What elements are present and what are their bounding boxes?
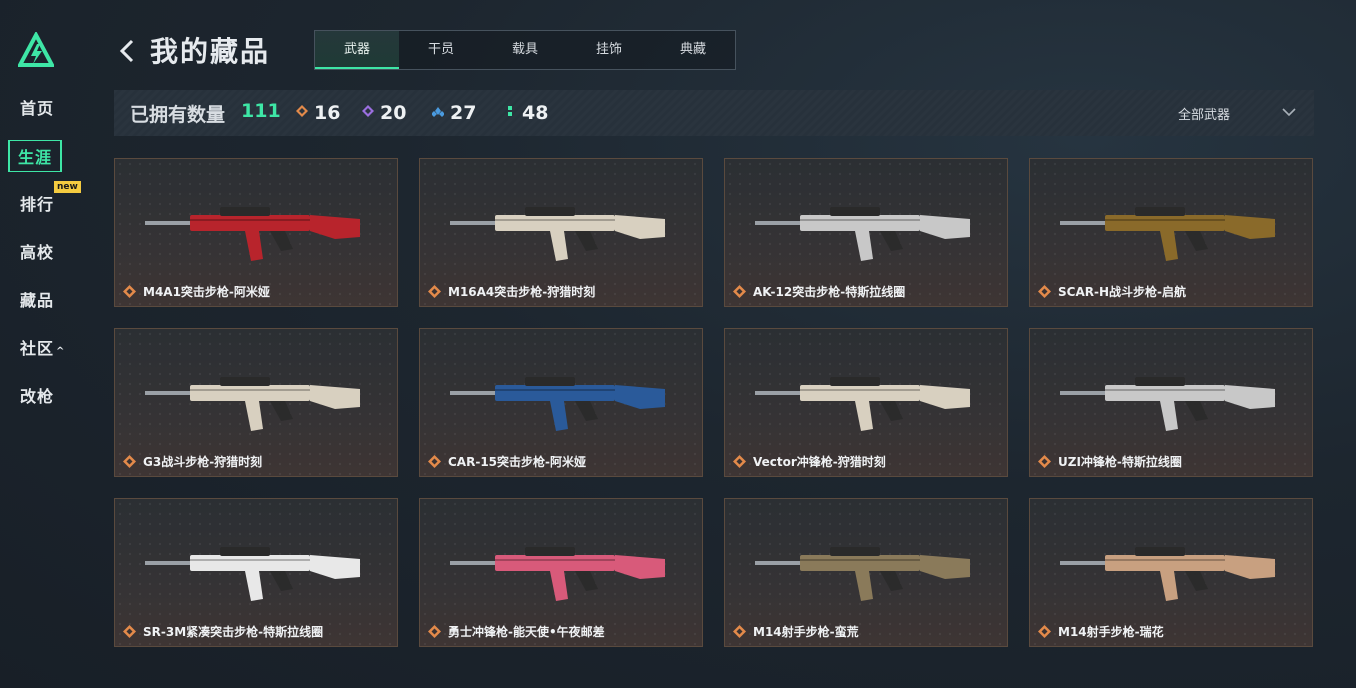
weapon-card[interactable]: CAR-15突击步枪-阿米娅 (419, 328, 703, 477)
weapon-card[interactable]: G3战斗步枪-狩猎时刻 (114, 328, 398, 477)
weapon-name: Vector冲锋枪-狩猎时刻 (753, 455, 886, 469)
orange-diamond-icon (1038, 455, 1051, 468)
weapon-card[interactable]: AK-12突击步枪-特斯拉线圈 (724, 158, 1008, 307)
sidebar-item-ranking[interactable]: 排行 (20, 191, 54, 215)
orange-diamond-icon (1038, 625, 1051, 638)
tab-collector[interactable]: 典藏 (651, 31, 735, 69)
weapon-image (450, 547, 665, 601)
tab-vehicles[interactable]: 载具 (483, 31, 567, 69)
weapon-name: 勇士冲锋枪-能天使•午夜邮差 (448, 625, 605, 639)
weapon-image (1060, 547, 1275, 601)
category-tabs: 武器 干员 载具 挂饰 典藏 (314, 30, 736, 70)
tab-operators[interactable]: 干员 (399, 31, 483, 69)
owned-count: 111 (241, 100, 281, 122)
weapon-name: M4A1突击步枪-阿米娅 (143, 285, 270, 299)
weapon-card[interactable]: M16A4突击步枪-狩猎时刻 (419, 158, 703, 307)
rarity-count: 16 (314, 102, 341, 124)
stats-bar: 已拥有数量 111 16 20 27 48 全部武器 (114, 90, 1314, 136)
weapon-image (755, 207, 970, 261)
orange-diamond-icon (733, 455, 746, 468)
new-badge: new (54, 181, 81, 193)
weapon-card[interactable]: UZI冲锋枪-特斯拉线圈 (1029, 328, 1313, 477)
orange-diamond-icon (428, 285, 441, 298)
weapon-name: M14射手步枪-蛮荒 (753, 625, 859, 639)
weapon-name: AK-12突击步枪-特斯拉线圈 (753, 285, 906, 299)
owned-label: 已拥有数量 (130, 104, 226, 126)
rarity-count: 20 (380, 102, 407, 124)
sidebar-item-career[interactable]: 生涯 (8, 140, 63, 172)
weapon-image (755, 547, 970, 601)
orange-diamond-icon (123, 455, 136, 468)
weapon-card[interactable]: M14射手步枪-蛮荒 (724, 498, 1008, 647)
orange-diamond-icon (123, 285, 136, 298)
blue-diamond-icon (432, 107, 444, 117)
rarity-green: 48 (504, 102, 548, 124)
orange-diamond-icon (1038, 285, 1051, 298)
weapon-image (450, 377, 665, 431)
orange-diamond-icon (428, 625, 441, 638)
weapon-name: CAR-15突击步枪-阿米娅 (448, 455, 586, 469)
orange-diamond-icon (428, 455, 441, 468)
weapon-card[interactable]: SR-3M紧凑突击步枪-特斯拉线圈 (114, 498, 398, 647)
orange-diamond-icon (733, 285, 746, 298)
tab-charms[interactable]: 挂饰 (567, 31, 651, 69)
weapon-image (145, 377, 360, 431)
orange-diamond-icon (123, 625, 136, 638)
sidebar-item-college[interactable]: 高校 (20, 239, 54, 263)
tab-weapons[interactable]: 武器 (315, 31, 399, 69)
back-arrow-icon[interactable] (118, 38, 136, 64)
app-logo-icon[interactable] (18, 32, 54, 68)
rarity-blue: 27 (432, 102, 476, 124)
chevron-down-icon[interactable] (1281, 106, 1297, 118)
sidebar-item-community[interactable]: 社区 ^ (20, 335, 65, 359)
weapon-image (1060, 377, 1275, 431)
weapon-image (450, 207, 665, 261)
weapon-image (755, 377, 970, 431)
weapon-card[interactable]: Vector冲锋枪-狩猎时刻 (724, 328, 1008, 477)
weapon-name: UZI冲锋枪-特斯拉线圈 (1058, 455, 1182, 469)
weapon-card[interactable]: SCAR-H战斗步枪-启航 (1029, 158, 1313, 307)
weapon-image (145, 547, 360, 601)
sidebar-item-home[interactable]: 首页 (20, 95, 54, 119)
collection-page: 首页 生涯 排行 new 高校 藏品 社区 ^ 改枪 我的藏品 武器 干员 载具 … (0, 0, 1356, 688)
orange-diamond-icon (733, 625, 746, 638)
rarity-orange: 16 (296, 102, 340, 124)
purple-diamond-icon (362, 105, 374, 117)
page-title: 我的藏品 (150, 35, 271, 68)
caret-up-icon: ^ (56, 346, 66, 357)
weapon-name: SR-3M紧凑突击步枪-特斯拉线圈 (143, 625, 324, 639)
sidebar-item-community-label: 社区 (20, 339, 55, 358)
weapon-name: M14射手步枪-瑞花 (1058, 625, 1164, 639)
sidebar-item-gunsmith[interactable]: 改枪 (20, 383, 54, 407)
sidebar: 首页 生涯 排行 new 高校 藏品 社区 ^ 改枪 (0, 0, 81, 688)
weapon-name: M16A4突击步枪-狩猎时刻 (448, 285, 596, 299)
weapon-filter-dropdown[interactable]: 全部武器 (1178, 104, 1230, 123)
sidebar-item-collection[interactable]: 藏品 (20, 287, 54, 311)
weapon-name: G3战斗步枪-狩猎时刻 (143, 455, 263, 469)
weapon-image (145, 207, 360, 261)
rarity-count: 48 (522, 102, 549, 124)
weapon-card[interactable]: 勇士冲锋枪-能天使•午夜邮差 (419, 498, 703, 647)
rarity-count: 27 (450, 102, 477, 124)
orange-diamond-icon (296, 105, 308, 117)
weapon-card[interactable]: M4A1突击步枪-阿米娅 (114, 158, 398, 307)
rarity-purple: 20 (362, 102, 406, 124)
weapon-name: SCAR-H战斗步枪-启航 (1058, 285, 1186, 299)
green-dots-icon (508, 106, 512, 116)
weapon-card[interactable]: M14射手步枪-瑞花 (1029, 498, 1313, 647)
weapon-image (1060, 207, 1275, 261)
